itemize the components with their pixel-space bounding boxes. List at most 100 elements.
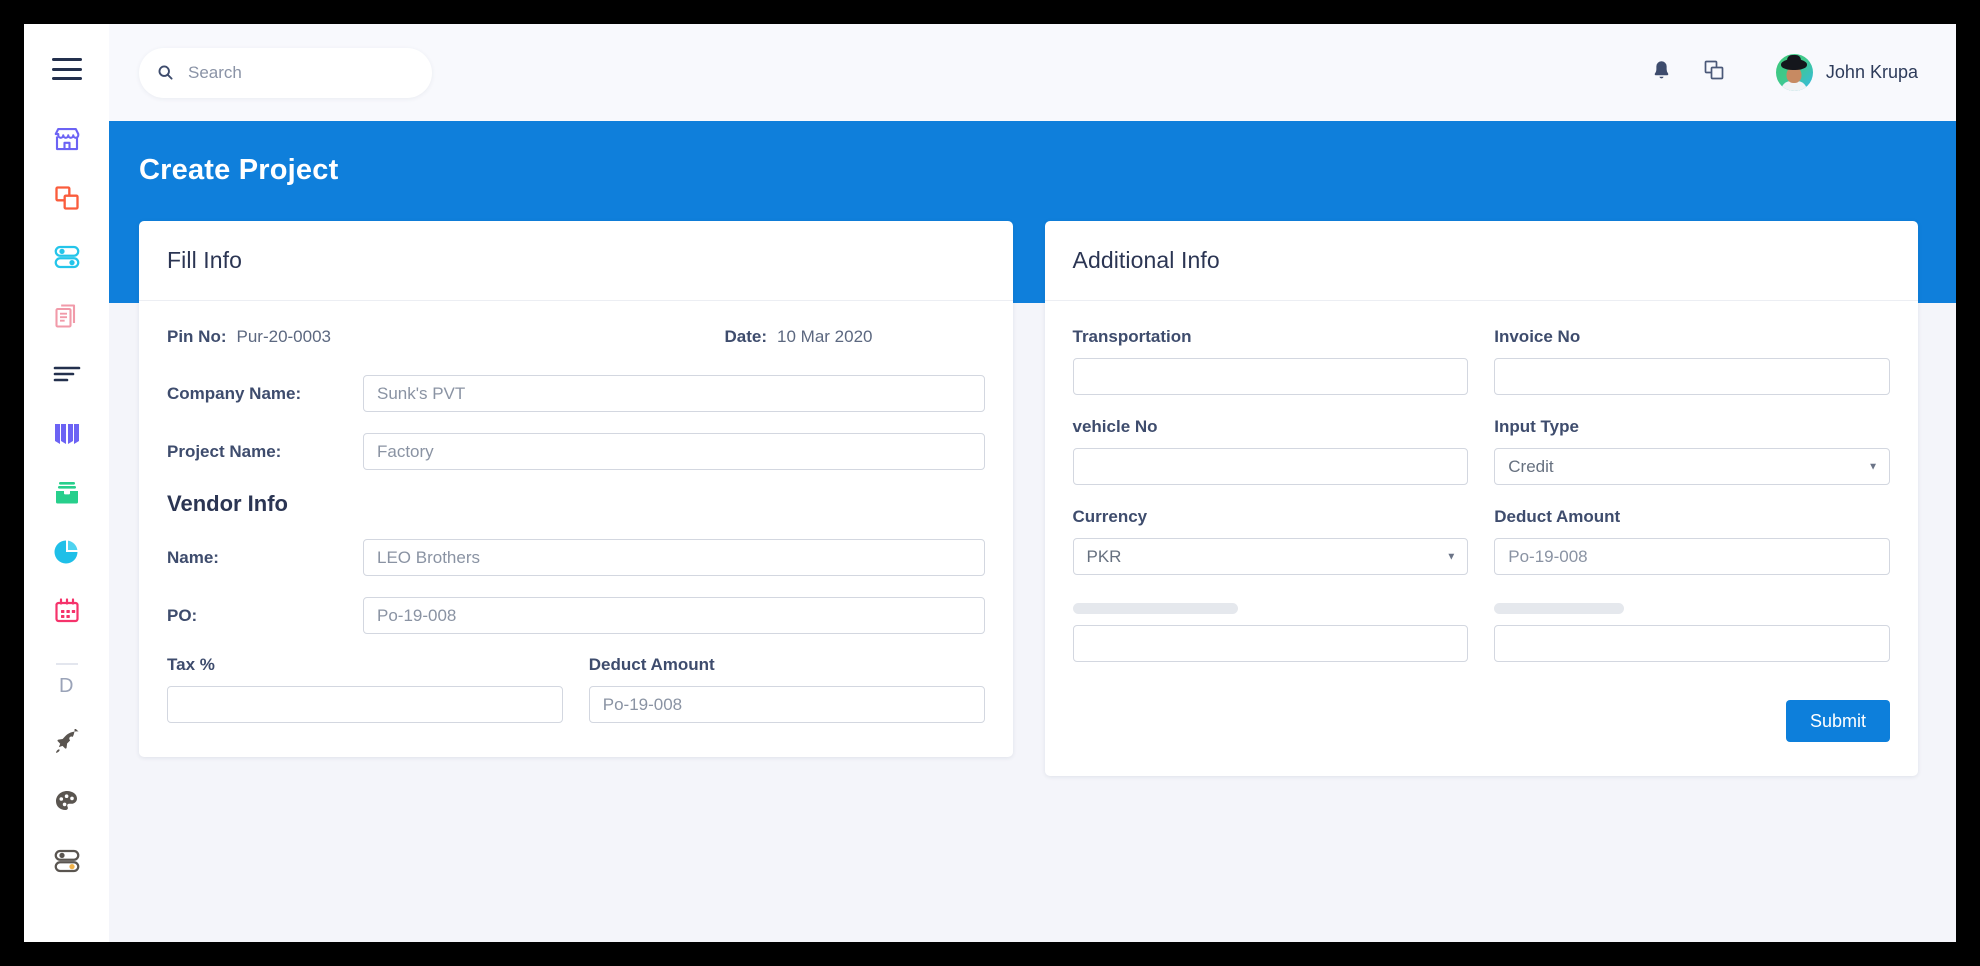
fill-info-header: Fill Info — [139, 221, 1013, 301]
submit-button[interactable]: Submit — [1785, 700, 1890, 742]
sidebar-item-rocket[interactable] — [46, 722, 88, 764]
sidebar-item-documents[interactable] — [46, 295, 88, 337]
duplicate-button[interactable] — [1690, 49, 1738, 97]
sidebar-item-storefront[interactable] — [46, 118, 88, 160]
vendor-name-label: Name: — [167, 547, 219, 567]
submit-row: Submit — [1073, 700, 1890, 742]
page-title: Create Project — [139, 154, 339, 186]
topbar: John Krupa — [109, 24, 1956, 121]
extra-left-input[interactable] — [1072, 625, 1469, 662]
deduct-amount-input[interactable] — [588, 686, 985, 723]
company-name-row: Company Name: — [167, 375, 985, 412]
sidebar-item-analytics[interactable] — [46, 531, 88, 573]
toggles-icon — [52, 242, 82, 272]
skeleton-right-col — [1494, 603, 1890, 662]
sidebar-item-duplicate[interactable] — [46, 177, 88, 219]
user-menu[interactable]: John Krupa — [1775, 54, 1918, 91]
fill-info-card: Fill Info Pin No: Pur-20-0003 Date: 10 M — [139, 221, 1013, 757]
po-input[interactable] — [363, 597, 985, 634]
deduct-amount-label: Deduct Amount — [588, 655, 715, 674]
sidebar: D — [24, 24, 109, 942]
company-name-input[interactable] — [363, 375, 985, 412]
avatar — [1775, 54, 1813, 91]
storefront-icon — [52, 124, 82, 154]
additional-info-body: Transportation Invoice No vehicle No Inp… — [1045, 301, 1919, 776]
vendor-name-input[interactable] — [363, 539, 985, 576]
currency-select[interactable]: PKR — [1072, 538, 1469, 575]
project-name-field-wrap — [363, 433, 985, 470]
sidebar-item-list[interactable] — [46, 354, 88, 396]
toggles-alt-icon — [52, 846, 82, 876]
search-box[interactable] — [139, 47, 432, 98]
sidebar-divider — [55, 663, 78, 665]
currency-deduct-grid: Currency PKR ▼ Deduct Amount — [1072, 507, 1890, 575]
pie-chart-icon — [53, 538, 81, 566]
tax-col: Tax % — [167, 655, 563, 723]
sidebar-item-book[interactable] — [46, 413, 88, 455]
additional-info-title: Additional Info — [1072, 247, 1220, 273]
input-type-select[interactable]: Credit — [1494, 448, 1890, 485]
archive-box-icon — [53, 480, 81, 506]
currency-col: Currency PKR ▼ — [1072, 507, 1469, 575]
sidebar-item-theme[interactable] — [46, 781, 88, 823]
project-name-label: Project Name: — [167, 441, 282, 461]
invoice-no-col: Invoice No — [1494, 327, 1890, 395]
vehicle-no-col: vehicle No — [1072, 417, 1469, 485]
pin-no-group: Pin No: Pur-20-0003 — [167, 327, 331, 347]
transportation-label: Transportation — [1072, 327, 1192, 346]
date-label: Date: — [724, 327, 768, 346]
user-name: John Krupa — [1825, 62, 1918, 82]
po-label: PO: — [167, 605, 198, 625]
invoice-no-input[interactable] — [1494, 358, 1890, 395]
transportation-input[interactable] — [1072, 358, 1469, 395]
copy-icon — [1702, 58, 1726, 87]
layers-copy-icon — [53, 184, 81, 212]
tax-label: Tax % — [167, 655, 215, 674]
main-content: John Krupa Create Project Fill Info — [109, 24, 1956, 942]
deduct-amount-col: Deduct Amount — [1494, 507, 1890, 575]
fill-info-title: Fill Info — [167, 247, 243, 273]
sidebar-item-toggles[interactable] — [46, 236, 88, 278]
search-icon — [157, 64, 174, 81]
vehicle-no-input[interactable] — [1072, 448, 1469, 485]
sidebar-group-label: D — [59, 675, 74, 697]
additional-info-header: Additional Info — [1044, 221, 1918, 301]
extra-right-input[interactable] — [1494, 625, 1890, 662]
notifications-button[interactable] — [1638, 49, 1686, 97]
hamburger-icon[interactable] — [51, 58, 82, 80]
pin-no-label: Pin No: — [167, 327, 227, 346]
sidebar-item-settings[interactable] — [46, 840, 88, 882]
bell-icon — [1652, 60, 1671, 86]
skeleton-label — [1494, 603, 1625, 614]
cards-band: Fill Info Pin No: Pur-20-0003 Date: 10 M — [109, 221, 1956, 942]
project-name-input[interactable] — [363, 433, 985, 470]
vehicle-inputtype-grid: vehicle No Input Type Credit ▼ — [1072, 417, 1890, 485]
page-hero: Create Project — [109, 121, 1956, 221]
deduct-amount-label-right: Deduct Amount — [1494, 507, 1621, 526]
vendor-info-title: Vendor Info — [167, 491, 288, 516]
currency-label: Currency — [1072, 507, 1148, 526]
input-type-select-wrap: Credit ▼ — [1494, 448, 1890, 485]
transportation-col: Transportation — [1072, 327, 1469, 395]
hamburger-bar — [51, 77, 82, 80]
skeleton-left-col — [1072, 603, 1469, 662]
po-row: PO: — [167, 597, 985, 634]
transport-invoice-grid: Transportation Invoice No — [1072, 327, 1890, 395]
po-field-wrap — [363, 597, 985, 634]
sidebar-item-archive[interactable] — [46, 472, 88, 514]
hamburger-bar — [51, 58, 82, 61]
meta-row: Pin No: Pur-20-0003 Date: 10 Mar 2020 — [167, 327, 985, 347]
additional-info-card: Additional Info Transportation Invoice N… — [1044, 221, 1919, 776]
search-input[interactable] — [186, 61, 414, 84]
input-type-label: Input Type — [1494, 417, 1579, 436]
cards-container: Fill Info Pin No: Pur-20-0003 Date: 10 M — [139, 221, 1918, 776]
hamburger-bar — [51, 67, 82, 71]
vehicle-no-label: vehicle No — [1072, 417, 1158, 436]
sidebar-item-calendar[interactable] — [46, 590, 88, 632]
deduct-amount-input-right[interactable] — [1494, 538, 1890, 575]
tax-input[interactable] — [167, 686, 563, 723]
input-type-col: Input Type Credit ▼ — [1494, 417, 1890, 485]
vendor-name-row: Name: — [167, 539, 985, 576]
documents-icon — [53, 302, 81, 330]
skeleton-label — [1072, 603, 1238, 614]
